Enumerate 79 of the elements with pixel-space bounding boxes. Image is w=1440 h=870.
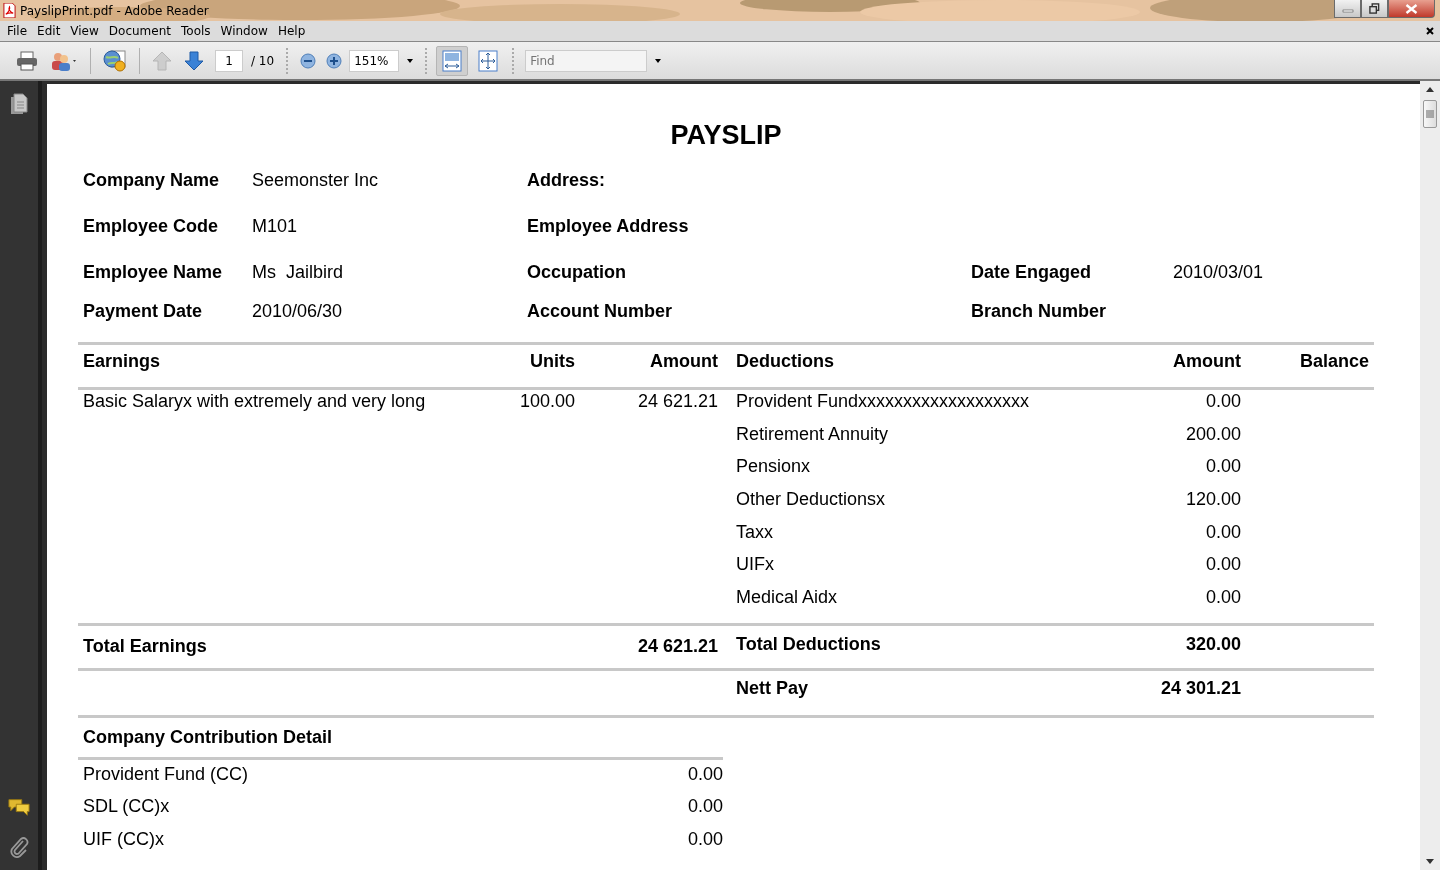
section-title: Company Contribution Detail — [82, 725, 333, 748]
field-label: Employee Address — [527, 215, 690, 237]
column-header: Units — [529, 350, 576, 372]
table-cell-text: UIFx — [735, 553, 775, 577]
menu-item[interactable]: Tools — [177, 24, 217, 38]
document-title: PAYSLIP — [669, 120, 783, 151]
close-icon[interactable] — [1426, 27, 1434, 35]
table-cell-text: UIF (CC)x — [82, 827, 165, 851]
paperclip-icon[interactable] — [8, 836, 30, 858]
table-cell-text: 0.00 — [1204, 390, 1242, 413]
field-value: M101 — [252, 215, 299, 237]
table-cell-text: 0.00 — [686, 827, 723, 851]
restore-button[interactable] — [1361, 0, 1388, 18]
menu-item[interactable]: File — [3, 24, 34, 38]
zoom-field[interactable]: 151% — [349, 49, 400, 72]
page-count: / 10 — [251, 53, 275, 68]
pdf-icon — [3, 3, 16, 18]
menu-item[interactable]: Window — [216, 24, 274, 38]
table-cell-text: 200.00 — [1184, 422, 1242, 446]
table-cell-text: 0.00 — [686, 762, 723, 786]
total-value: 24 621.21 — [636, 634, 719, 658]
scrollbar-thumb[interactable] — [1423, 100, 1437, 128]
table-cell-text: 24 621.21 — [636, 390, 719, 413]
menu-item[interactable]: Document — [104, 24, 177, 38]
scroll-down-arrow[interactable] — [1426, 859, 1434, 864]
column-header: Amount — [1172, 350, 1242, 372]
field-value: 2010/03/01 — [1173, 261, 1265, 283]
pages-icon[interactable] — [8, 93, 30, 115]
total-value: 24 301.21 — [1159, 676, 1242, 700]
menu-item[interactable]: Help — [273, 24, 312, 38]
menu-item[interactable]: Edit — [33, 24, 67, 38]
column-header: Balance — [1298, 350, 1370, 372]
page-number-field[interactable]: 1 — [215, 49, 243, 72]
table-cell-text: 0.00 — [686, 795, 723, 819]
column-header: Earnings — [82, 350, 162, 372]
total-label: Nett Pay — [735, 676, 810, 700]
table-cell-text: Medical Aidx — [735, 585, 839, 609]
total-label: Total Earnings — [82, 634, 208, 658]
scroll-up-arrow[interactable] — [1426, 87, 1434, 92]
caret-icon[interactable] — [407, 58, 414, 63]
field-label: Address: — [527, 169, 607, 191]
table-cell-text: SDL (CC)x — [82, 795, 171, 819]
restore-icon — [1369, 3, 1380, 14]
total-value: 320.00 — [1184, 632, 1242, 656]
field-value: Seemonster Inc — [252, 169, 380, 191]
table-cell-text: Pensionx — [735, 455, 812, 479]
field-label: Employee Name — [83, 261, 224, 283]
close-icon — [1405, 3, 1418, 14]
table-cell-text: Provident Fund (CC) — [82, 762, 250, 786]
table-cell-text: Retirement Annuity — [735, 422, 890, 446]
table-cell-text: Provident Fundxxxxxxxxxxxxxxxxxxx — [735, 390, 1031, 413]
total-label: Total Deductions — [735, 632, 882, 656]
window-title: PayslipPrint.pdf - Adobe Reader — [20, 3, 209, 18]
field-label: Payment Date — [83, 300, 204, 322]
field-value: Ms Jailbird — [252, 261, 345, 283]
column-header: Deductions — [735, 350, 835, 372]
table-cell-text: 0.00 — [1204, 553, 1242, 577]
minimize-button[interactable] — [1334, 0, 1361, 18]
table-cell-text: 120.00 — [1184, 487, 1242, 511]
comments-icon[interactable] — [8, 796, 30, 818]
find-field[interactable]: Find — [525, 49, 648, 72]
close-button[interactable] — [1388, 0, 1435, 18]
column-header: Amount — [649, 350, 719, 372]
field-label: Occupation — [527, 261, 627, 283]
field-value: 2010/06/30 — [252, 300, 344, 322]
table-cell-text: 100.00 — [518, 390, 576, 413]
table-cell-text: 0.00 — [1204, 455, 1242, 479]
field-label: Branch Number — [971, 300, 1108, 322]
table-cell-text: 0.00 — [1204, 520, 1242, 544]
field-label: Account Number — [527, 300, 673, 322]
table-cell-text: Taxx — [735, 520, 774, 544]
table-cell-text: Basic Salaryx with extremely and very long — [82, 390, 427, 413]
field-label: Date Engaged — [971, 261, 1093, 283]
caret-icon[interactable] — [655, 58, 662, 63]
table-cell-text: Other Deductionsx — [735, 487, 887, 511]
field-label: Company Name — [83, 169, 221, 191]
menu-item[interactable]: View — [66, 24, 105, 38]
table-cell-text: 0.00 — [1204, 585, 1242, 609]
field-label: Employee Code — [83, 215, 220, 237]
